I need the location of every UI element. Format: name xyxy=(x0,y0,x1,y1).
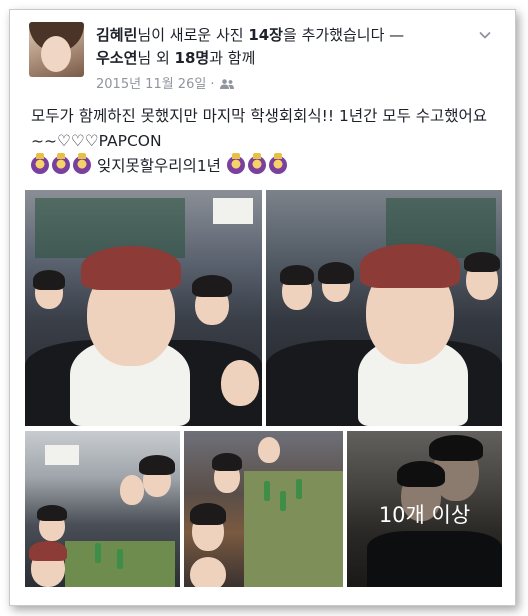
photo-person-hair xyxy=(192,275,232,297)
photo-person-hair xyxy=(280,265,314,285)
meta-separator: · xyxy=(210,77,215,92)
author-name-link[interactable]: 김혜린 xyxy=(96,26,137,44)
author-avatar[interactable] xyxy=(29,22,84,77)
photo-person-face xyxy=(258,437,280,463)
photo-person-face xyxy=(190,557,226,587)
photo-bottle xyxy=(117,549,123,569)
tagged-user-link[interactable]: 우소연 xyxy=(96,49,137,67)
emoji-caption-text: 잊지못할우리의1년 xyxy=(97,157,221,175)
photo-table xyxy=(244,471,343,587)
more-photos-label[interactable]: 10개 이상 xyxy=(347,499,502,529)
crowned-emoji-icon xyxy=(52,153,70,174)
photo-5-more[interactable]: 10개 이상 xyxy=(347,431,502,587)
tagged-end-text: 과 함께 xyxy=(209,49,256,67)
photo-bottle xyxy=(296,479,302,499)
photo-1[interactable] xyxy=(25,190,262,426)
photo-person-hair xyxy=(212,453,242,471)
photo-person-hair xyxy=(139,455,175,475)
photo-person-hair xyxy=(81,246,181,290)
photo-person-hair xyxy=(464,252,500,272)
photo-bottle xyxy=(95,543,101,563)
photo-4[interactable] xyxy=(184,431,343,587)
photo-person-hair xyxy=(318,262,354,284)
photo-person-face xyxy=(120,475,144,505)
photo-bottle xyxy=(264,481,270,501)
photo-3[interactable] xyxy=(25,431,180,587)
crowned-emoji-icon xyxy=(247,153,266,174)
chevron-down-icon[interactable] xyxy=(478,28,492,42)
avatar-face xyxy=(41,36,71,72)
photo-bottle xyxy=(280,491,286,511)
photo-person-hair xyxy=(33,270,65,290)
photo-person-hair xyxy=(190,503,226,525)
action-text: 님이 새로운 사진 xyxy=(137,26,249,44)
post-header-line2: 우소연님 외 18명과 함께 xyxy=(96,47,255,68)
tagged-count-link[interactable]: 18명 xyxy=(175,49,210,67)
photo-count-link[interactable]: 14장 xyxy=(248,26,283,44)
post-date-link[interactable]: 2015년 11월 26일 xyxy=(96,77,206,92)
photo-person-face xyxy=(221,360,259,406)
action-end-text: 을 추가했습니다 — xyxy=(283,26,405,44)
crowned-emoji-icon xyxy=(73,153,91,174)
post-header-line1: 김혜린님이 새로운 사진 14장을 추가했습니다 — xyxy=(96,24,404,45)
photo-background-light xyxy=(45,445,79,465)
tagged-mid-text: 님 외 xyxy=(137,49,175,67)
photo-person-hair xyxy=(37,505,67,521)
photo-person-hair xyxy=(29,541,67,561)
post-body-text: 모두가 함께하진 못했지만 마지막 학생회회식!! 1년간 모두 수고했어요~~… xyxy=(31,107,488,150)
crowned-emoji-icon xyxy=(31,153,49,174)
photo-person-hair xyxy=(360,244,460,288)
post-meta: 2015년 11월 26일 · xyxy=(96,73,235,92)
crowned-emoji-icon xyxy=(226,153,245,174)
photo-2[interactable] xyxy=(266,190,502,426)
friends-icon[interactable] xyxy=(220,79,235,89)
crowned-emoji-icon xyxy=(268,153,287,174)
emoji-caption-row: 잊지못할우리의1년 xyxy=(31,153,290,177)
photo-background-light xyxy=(213,198,253,224)
